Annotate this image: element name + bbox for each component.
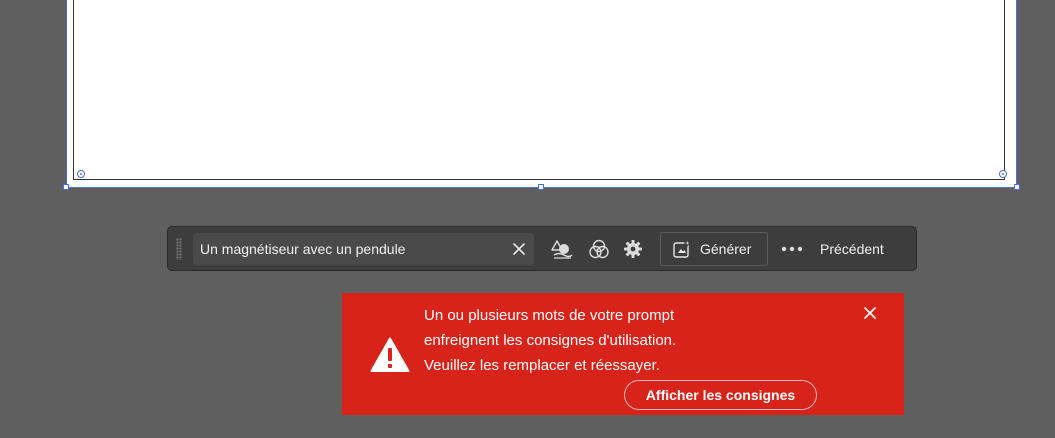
toast-message: Un ou plusieurs mots de votre prompt enf… [424, 303, 804, 378]
corner-anchor-left[interactable] [77, 170, 85, 178]
color-circles-icon[interactable] [588, 238, 610, 260]
contextual-task-bar: Générer Précédent [167, 226, 917, 271]
generate-sparkle-icon [673, 238, 692, 258]
settings-gear-icon[interactable] [622, 238, 644, 260]
toast-message-line: Veuillez les remplacer et réessayer. [424, 357, 660, 374]
toast-message-line: enfreignent les consignes d'utilisation. [424, 332, 677, 349]
generate-label: Générer [700, 240, 752, 257]
resize-handle-bottom-left[interactable] [63, 184, 69, 190]
toast-message-line: Un ou plusieurs mots de votre prompt [424, 307, 675, 324]
more-dots-icon [781, 246, 803, 251]
warning-icon [370, 337, 410, 372]
previous-button[interactable]: Précédent [820, 241, 884, 257]
clear-icon[interactable] [512, 242, 526, 256]
resize-handle-bottom-center[interactable] [538, 184, 544, 190]
resize-handle-bottom-right[interactable] [1014, 184, 1020, 190]
show-guidelines-button[interactable]: Afficher les consignes [624, 380, 817, 410]
error-toast: Un ou plusieurs mots de votre prompt enf… [342, 293, 904, 415]
close-icon[interactable] [863, 306, 877, 320]
shapes-style-icon[interactable] [551, 238, 573, 260]
corner-anchor-right[interactable] [999, 170, 1007, 178]
artboard[interactable] [73, 0, 1005, 180]
prompt-input[interactable] [200, 240, 512, 257]
prompt-field[interactable] [193, 232, 534, 265]
generate-button[interactable]: Générer [660, 231, 768, 266]
drag-grip-icon[interactable] [176, 237, 182, 260]
more-options-button[interactable] [780, 239, 804, 259]
